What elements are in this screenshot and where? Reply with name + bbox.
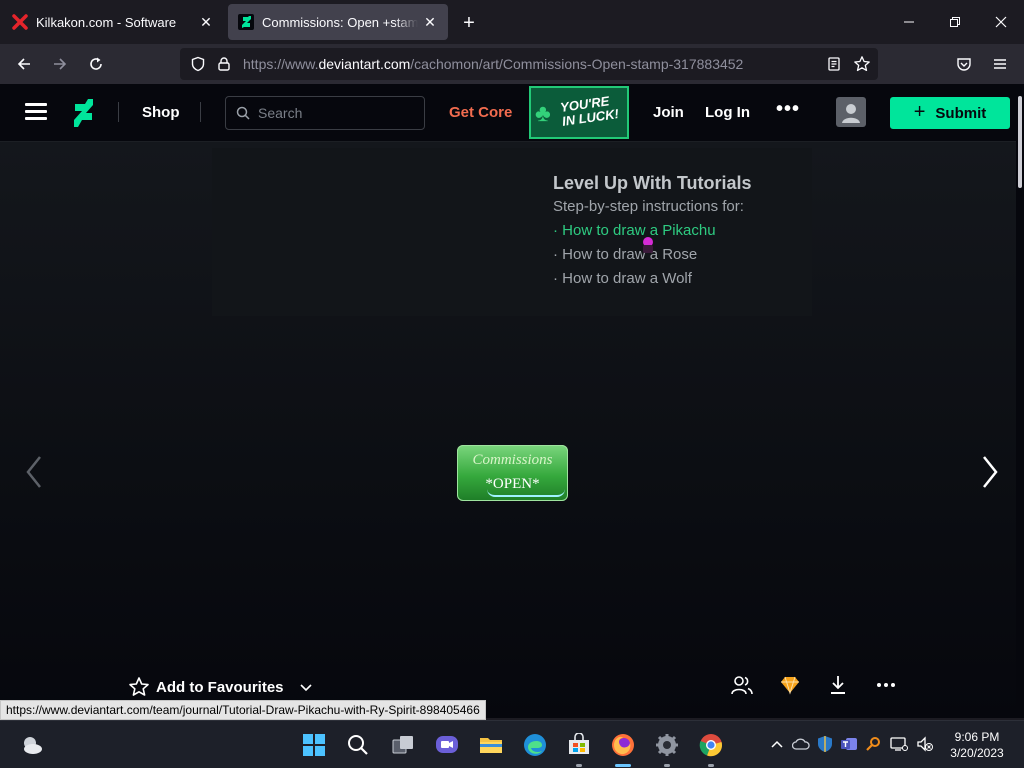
link-status-tooltip: https://www.deviantart.com/team/journal/…	[0, 700, 486, 720]
tutorial-link-rose[interactable]: · How to draw a Rose	[553, 246, 697, 263]
reader-view-icon[interactable]	[824, 54, 844, 74]
divider	[118, 102, 119, 122]
settings-gear-icon[interactable]	[653, 731, 681, 759]
tab-deviantart[interactable]: Commissions: Open +stamp+ by ✕	[228, 4, 448, 40]
url-bar[interactable]: https://www.deviantart.com/cachomon/art/…	[180, 48, 878, 80]
stamp-line-1: Commissions	[472, 452, 553, 468]
chat-icon[interactable]	[433, 731, 461, 759]
menu-icon[interactable]	[25, 103, 47, 121]
bookmark-star-icon[interactable]	[852, 54, 872, 74]
next-arrow-icon[interactable]	[978, 452, 1002, 492]
onedrive-cloud-icon[interactable]	[792, 735, 810, 753]
mouse-cursor-icon	[641, 236, 655, 254]
search-input[interactable]	[258, 103, 418, 123]
shop-link[interactable]: Shop	[142, 104, 180, 121]
close-tab-icon[interactable]: ✕	[194, 10, 218, 34]
active-indicator	[615, 764, 631, 767]
search-icon	[236, 106, 250, 120]
chrome-icon[interactable]	[697, 731, 725, 759]
promo-subtitle: Step-by-step instructions for:	[553, 198, 744, 215]
more-menu-button[interactable]: •••	[776, 98, 800, 121]
favourite-label: Add to Favourites	[156, 678, 284, 696]
firefox-icon[interactable]	[609, 731, 637, 759]
submit-button[interactable]: + Submit	[890, 97, 1010, 129]
windows-start-icon[interactable]	[300, 731, 328, 759]
security-shield-icon[interactable]	[816, 735, 834, 753]
youre-in-luck-badge[interactable]: ♣ YOU'RE IN LUCK!	[529, 86, 629, 139]
kilkakon-x-icon	[12, 14, 28, 30]
more-options-icon[interactable]	[874, 673, 898, 697]
site-header: Shop Get Core Join Log In ••• + Submit	[0, 84, 1016, 142]
running-indicator	[708, 764, 714, 767]
taskbar-search-icon[interactable]	[344, 731, 372, 759]
tab-title: Kilkakon.com - Software	[36, 14, 177, 30]
windows-taskbar: 9:06 PM 3/20/2023	[0, 720, 1024, 768]
chevron-down-icon[interactable]	[298, 679, 314, 695]
deviantart-logo[interactable]	[72, 98, 96, 128]
deviantart-icon	[238, 14, 254, 30]
back-button[interactable]	[10, 50, 38, 78]
running-indicator	[576, 764, 582, 767]
tutorial-promo-banner: Level Up With Tutorials Step-by-step ins…	[212, 148, 812, 316]
clock-time: 9:06 PM	[954, 730, 1000, 744]
task-view-icon[interactable]	[389, 731, 417, 759]
speaker-muted-icon[interactable]	[916, 735, 934, 753]
minimize-button[interactable]	[886, 0, 932, 44]
weather-icon[interactable]	[18, 731, 46, 759]
commissions-stamp-image[interactable]: Commissions *OPEN*	[457, 445, 568, 501]
close-window-button[interactable]	[978, 0, 1024, 44]
key-search-icon[interactable]	[864, 735, 882, 753]
display-network-icon[interactable]	[890, 735, 908, 753]
close-tab-icon[interactable]: ✕	[418, 10, 442, 34]
search-box[interactable]	[225, 96, 425, 130]
give-points-gem-icon[interactable]	[778, 673, 802, 697]
plus-icon: +	[913, 100, 926, 123]
previous-arrow-icon[interactable]	[22, 452, 46, 492]
get-core-link[interactable]: Get Core	[449, 104, 512, 121]
download-icon[interactable]	[826, 673, 850, 697]
new-tab-button[interactable]: +	[456, 10, 482, 36]
restore-button[interactable]	[932, 0, 978, 44]
scrollbar-thumb[interactable]	[1018, 96, 1022, 188]
system-clock[interactable]: 9:06 PM 3/20/2023	[944, 729, 1010, 761]
join-link[interactable]: Join	[653, 104, 684, 121]
stamp-swoosh	[487, 489, 565, 497]
reload-button[interactable]	[82, 50, 110, 78]
file-explorer-icon[interactable]	[477, 731, 505, 759]
clock-date: 3/20/2023	[950, 746, 1004, 760]
deviation-view: Level Up With Tutorials Step-by-step ins…	[0, 142, 1016, 718]
running-indicator	[664, 764, 670, 767]
tab-title: Commissions: Open +stamp+ by	[262, 14, 418, 30]
submit-label: Submit	[935, 104, 987, 122]
lock-icon[interactable]	[214, 54, 234, 74]
add-to-favourites-button[interactable]: Add to Favourites	[128, 675, 314, 699]
tutorial-link-wolf[interactable]: · How to draw a Wolf	[553, 270, 692, 287]
edge-icon[interactable]	[521, 731, 549, 759]
url-text: https://www.deviantart.com/cachomon/art/…	[243, 56, 744, 72]
avatar[interactable]	[836, 97, 866, 127]
login-link[interactable]: Log In	[705, 104, 750, 121]
shield-icon[interactable]	[188, 54, 208, 74]
tab-kilkakon[interactable]: Kilkakon.com - Software ✕	[2, 4, 224, 40]
forward-button[interactable]	[46, 50, 74, 78]
microsoft-store-icon[interactable]	[565, 731, 593, 759]
browser-nav-bar: https://www.deviantart.com/cachomon/art/…	[0, 44, 1024, 84]
divider	[200, 102, 201, 122]
show-hidden-icons-chevron-icon[interactable]	[768, 735, 786, 753]
tutorial-link-pikachu[interactable]: · How to draw a Pikachu	[553, 222, 716, 239]
promo-title: Level Up With Tutorials	[553, 173, 752, 193]
app-menu-icon[interactable]	[986, 50, 1014, 78]
teams-icon[interactable]	[840, 735, 858, 753]
pocket-icon[interactable]	[950, 50, 978, 78]
watchers-icon[interactable]	[730, 673, 754, 697]
browser-tab-strip: Kilkakon.com - Software ✕ Commissions: O…	[0, 0, 1024, 44]
star-icon	[129, 677, 149, 696]
badge-text: YOU'RE IN LUCK!	[559, 93, 620, 129]
clover-icon: ♣	[535, 100, 551, 127]
